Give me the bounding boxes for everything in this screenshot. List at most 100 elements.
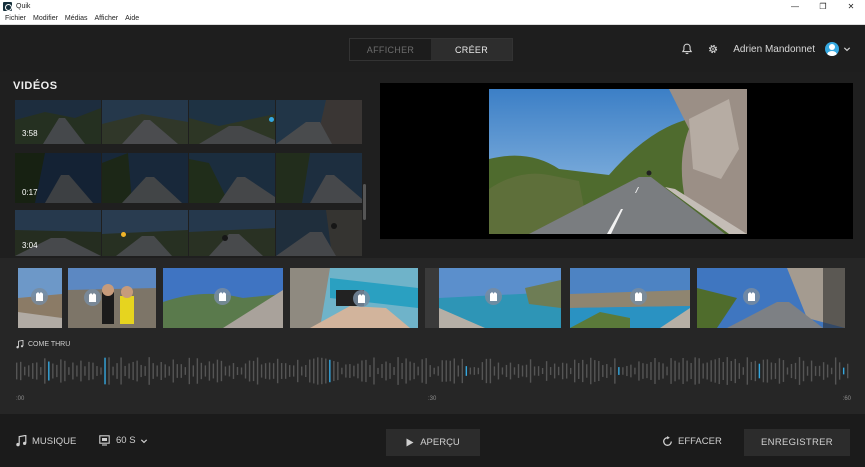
preview-button[interactable]: APERÇU [386, 429, 480, 456]
waveform-bar [252, 360, 255, 382]
video-thumbnail[interactable] [102, 100, 188, 144]
waveform-bar [618, 367, 620, 375]
timeline-clip[interactable] [697, 268, 845, 328]
music-track-name: COME THRU [28, 341, 71, 348]
waveform-bar [698, 358, 700, 384]
video-thumbnail[interactable] [189, 153, 275, 203]
timeline-clip[interactable] [570, 268, 690, 328]
waveform-bar [441, 360, 443, 382]
video-thumbnail[interactable] [276, 153, 362, 203]
clip-marker-icon[interactable] [743, 288, 760, 305]
waveform-bar [658, 362, 660, 380]
waveform-bar [156, 365, 158, 377]
preview-player[interactable] [380, 83, 853, 239]
timeline-clip[interactable] [425, 268, 561, 328]
clip-marker-icon[interactable] [485, 288, 502, 305]
audio-waveform[interactable] [16, 353, 851, 389]
waveform-bar [309, 359, 311, 383]
waveform-bar [28, 365, 30, 377]
duration-select[interactable]: 60 S [99, 435, 148, 446]
tab-creer[interactable]: CRÉER [431, 39, 512, 60]
video-thumbnail[interactable]: 0:17 [15, 153, 101, 203]
waveform-bar [798, 357, 801, 385]
user-name[interactable]: Adrien Mandonnet [733, 44, 815, 55]
timeline-clip[interactable] [290, 268, 418, 328]
video-thumbnail[interactable]: 3:04 [15, 210, 101, 256]
waveform-bar [389, 363, 391, 379]
menu-aide[interactable]: Aide [125, 15, 139, 22]
minimize-button[interactable]: — [781, 0, 809, 12]
waveform-bar [561, 362, 564, 380]
timeline-scale: :00 :30 :60 [16, 396, 851, 406]
waveform-bar [726, 357, 728, 385]
waveform-bar [40, 367, 42, 375]
duration-icon [99, 435, 110, 446]
waveform-bar [818, 365, 821, 377]
waveform-bar [453, 358, 455, 384]
waveform-bar [232, 363, 235, 379]
clip-marker-icon[interactable] [31, 288, 48, 305]
window-title: Quik [16, 2, 31, 10]
waveform-bar [738, 363, 740, 379]
close-button[interactable]: ✕ [837, 0, 865, 12]
waveform-bar [646, 363, 648, 379]
menu-afficher[interactable]: Afficher [95, 15, 119, 22]
waveform-bar [96, 366, 98, 376]
clip-marker-icon[interactable] [214, 288, 231, 305]
waveform-bar [578, 363, 580, 379]
video-thumbnail[interactable]: 3:58 [15, 100, 101, 144]
waveform-bar [20, 361, 22, 381]
play-icon [406, 438, 414, 447]
clip-marker-icon[interactable] [353, 290, 370, 307]
music-note-icon [16, 435, 27, 447]
waveform-bar [802, 360, 805, 382]
waveform-bar [256, 357, 259, 385]
gear-icon[interactable] [707, 43, 719, 55]
waveform-bar [349, 364, 351, 378]
waveform-bar [477, 367, 480, 375]
waveform-bar [248, 360, 251, 382]
timeline-clip[interactable] [68, 268, 156, 328]
waveform-bar [722, 362, 724, 380]
video-thumbnail[interactable] [189, 210, 275, 256]
avatar[interactable] [825, 42, 839, 56]
music-button[interactable]: MUSIQUE [16, 435, 76, 447]
menu-fichier[interactable]: Fichier [5, 15, 26, 22]
timeline-clip[interactable] [18, 268, 62, 328]
waveform-bar [64, 360, 66, 382]
waveform-bar [574, 359, 576, 383]
timeline-clip[interactable] [163, 268, 283, 328]
restore-button[interactable]: ❐ [809, 0, 837, 12]
clip-marker-icon[interactable] [630, 288, 647, 305]
tab-afficher[interactable]: AFFICHER [350, 39, 431, 60]
waveform-bar [204, 365, 207, 377]
waveform-bar [160, 361, 162, 381]
chevron-down-icon[interactable] [843, 45, 851, 53]
waveform-bar [48, 361, 50, 381]
waveform-bar [449, 360, 451, 382]
clear-button[interactable]: EFFACER [662, 436, 722, 447]
bell-icon[interactable] [681, 43, 693, 55]
waveform-bar [36, 362, 38, 380]
waveform-bar [590, 357, 592, 385]
menu-medias[interactable]: Médias [65, 15, 88, 22]
menu-modifier[interactable]: Modifier [33, 15, 58, 22]
waveform-bar [838, 362, 841, 380]
waveform-bar [381, 364, 383, 378]
waveform-bar [594, 360, 596, 382]
clip-marker-icon[interactable] [84, 289, 101, 306]
video-thumbnail[interactable] [102, 153, 188, 203]
save-button[interactable]: ENREGISTRER [744, 429, 850, 456]
music-note-icon [16, 340, 24, 349]
video-duration: 0:17 [22, 188, 38, 197]
waveform-bar [714, 359, 716, 383]
library-scrollbar[interactable] [363, 184, 366, 220]
video-thumbnail[interactable] [276, 100, 362, 144]
video-thumbnail[interactable] [276, 210, 362, 256]
waveform-bar [541, 367, 544, 375]
waveform-bar [373, 357, 375, 385]
video-thumbnail[interactable] [189, 100, 275, 144]
video-thumbnail[interactable] [102, 210, 188, 256]
waveform-bar [485, 358, 488, 384]
waveform-bar [140, 364, 142, 378]
